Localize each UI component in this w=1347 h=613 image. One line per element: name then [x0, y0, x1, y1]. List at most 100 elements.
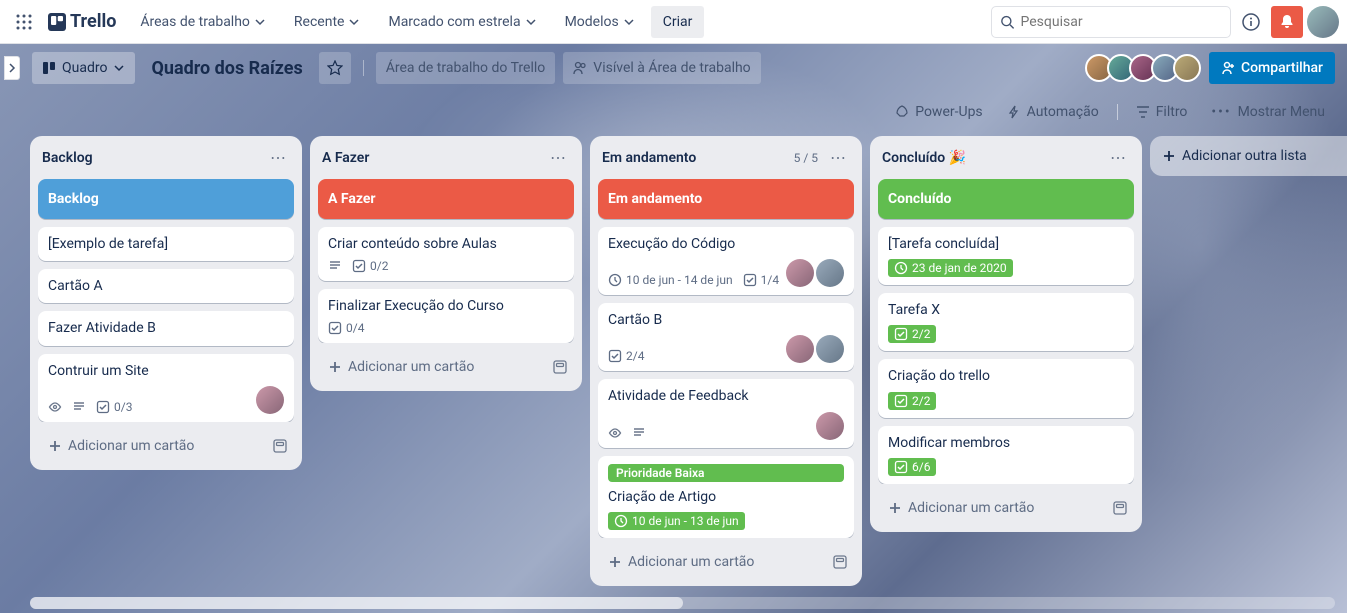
card-badges: 10 de jun - 14 de jun1/4 — [608, 273, 786, 287]
card[interactable]: Cartão A — [38, 269, 294, 303]
chevron-down-icon — [623, 16, 635, 28]
show-menu-button[interactable]: ••• Mostrar Menu — [1201, 96, 1335, 128]
card-members[interactable] — [786, 335, 844, 363]
list-menu-button[interactable]: ⋯ — [826, 146, 850, 169]
list-header-card[interactable]: Concluído — [878, 179, 1134, 219]
card-template-button[interactable] — [830, 552, 850, 572]
star-board-button[interactable] — [319, 52, 351, 84]
recent-menu-button[interactable]: Recente — [282, 6, 373, 38]
account-avatar[interactable] — [1307, 6, 1339, 38]
expand-sidebar-button[interactable] — [4, 56, 20, 80]
card[interactable]: [Exemplo de tarefa] — [38, 227, 294, 261]
workspaces-menu-label: Áreas de trabalho — [140, 14, 250, 30]
list-footer: Adicionar um cartão — [598, 546, 854, 578]
filter-label: Filtro — [1156, 104, 1188, 120]
show-menu-label: Mostrar Menu — [1238, 104, 1325, 120]
filter-button[interactable]: Filtro — [1126, 96, 1198, 128]
checklist-badge: 2/2 — [888, 325, 936, 343]
card[interactable]: Atividade de Feedback — [598, 379, 854, 447]
card[interactable]: Contruir um Site 0/3 — [38, 354, 294, 422]
list-header-card[interactable]: Em andamento — [598, 179, 854, 219]
board-subheader: Power-Ups Automação Filtro ••• Mostrar M… — [0, 92, 1347, 132]
board-members[interactable] — [1091, 54, 1201, 82]
lists-container: Backlog ⋯ Backlog [Exemplo de tarefa] Cart… — [0, 132, 1347, 613]
people-icon — [573, 61, 587, 75]
list-count: 5 / 5 — [794, 151, 818, 165]
card-template-button[interactable] — [270, 436, 290, 456]
rocket-icon — [895, 105, 909, 119]
nav-left: Trello — [8, 6, 124, 38]
list-menu-button[interactable]: ⋯ — [266, 146, 290, 169]
checklist-icon — [894, 327, 908, 341]
notifications-button[interactable] — [1271, 6, 1303, 38]
trello-logo-icon — [48, 13, 66, 31]
view-switcher-button[interactable]: Quadro — [32, 52, 135, 84]
card[interactable]: Finalizar Execução do Curso0/4 — [318, 289, 574, 343]
app-switcher-button[interactable] — [8, 6, 40, 38]
create-button[interactable]: Criar — [651, 6, 705, 38]
card[interactable]: Criar conteúdo sobre Aulas0/2 — [318, 227, 574, 281]
board-icon — [42, 61, 56, 75]
board-area: Quadro Quadro dos Raízes Área de trabalh… — [0, 44, 1347, 613]
list-footer: Adicionar um cartão — [878, 492, 1134, 524]
visibility-button[interactable]: Visível à Área de trabalho — [563, 52, 760, 84]
board-title[interactable]: Quadro dos Raízes — [143, 58, 310, 79]
list-header: Em andamento 5 / 5 ⋯ — [598, 144, 854, 171]
add-card-button[interactable]: Adicionar um cartão — [882, 496, 1110, 520]
search-box[interactable] — [991, 6, 1231, 38]
card[interactable]: Prioridade BaixaCriação de Artigo10 de j… — [598, 456, 854, 538]
checklist-badge: 2/2 — [888, 392, 936, 410]
horizontal-scrollbar[interactable] — [30, 597, 1335, 609]
checklist-icon — [352, 259, 366, 273]
card-badges: 0/3 — [48, 400, 256, 414]
card-members[interactable] — [256, 386, 284, 414]
card-title: [Tarefa concluída] — [888, 235, 1124, 253]
share-button[interactable]: Compartilhar — [1209, 52, 1335, 84]
apps-grid-icon — [16, 14, 32, 30]
card-members[interactable] — [816, 412, 844, 440]
card[interactable]: Cartão B2/4 — [598, 303, 854, 371]
list-menu-button[interactable]: ⋯ — [1106, 146, 1130, 169]
automation-button[interactable]: Automação — [997, 96, 1109, 128]
list-menu-button[interactable]: ⋯ — [546, 146, 570, 169]
card-title: Cartão A — [48, 277, 284, 295]
chevron-down-icon — [254, 16, 266, 28]
info-button[interactable] — [1235, 6, 1267, 38]
list-title[interactable]: Backlog — [42, 150, 93, 166]
recent-menu-label: Recente — [294, 14, 345, 30]
card-title: Contruir um Site — [48, 362, 284, 380]
card[interactable]: Fazer Atividade B — [38, 311, 294, 345]
template-icon — [272, 438, 288, 454]
starred-menu-button[interactable]: Marcado com estrela — [376, 6, 548, 38]
list-title[interactable]: Concluído 🎉 — [882, 150, 966, 166]
templates-menu-button[interactable]: Modelos — [553, 6, 647, 38]
bell-icon — [1279, 14, 1295, 30]
workspaces-menu-button[interactable]: Áreas de trabalho — [128, 6, 278, 38]
card[interactable]: [Tarefa concluída]23 de jan de 2020 — [878, 227, 1134, 285]
card[interactable]: Modificar membros6/6 — [878, 426, 1134, 484]
add-card-button[interactable]: Adicionar um cartão — [322, 355, 550, 379]
card-template-button[interactable] — [550, 357, 570, 377]
search-input[interactable] — [1021, 14, 1222, 30]
add-card-button[interactable]: Adicionar um cartão — [42, 434, 270, 458]
card-title: [Exemplo de tarefa] — [48, 235, 284, 253]
card-template-button[interactable] — [1110, 498, 1130, 518]
card[interactable]: Criação do trello2/2 — [878, 359, 1134, 417]
date-badge: 10 de jun - 13 de jun — [608, 512, 745, 530]
logo-home-link[interactable]: Trello — [40, 6, 124, 38]
list-title[interactable]: Em andamento — [602, 150, 696, 166]
checklist-icon — [96, 400, 110, 414]
card-members[interactable] — [786, 259, 844, 287]
list-cards: Em andamento Execução do Código10 de jun … — [598, 179, 854, 538]
card[interactable]: Tarefa X2/2 — [878, 293, 1134, 351]
add-list-button[interactable]: Adicionar outra lista — [1150, 136, 1347, 176]
add-card-button[interactable]: Adicionar um cartão — [602, 550, 830, 574]
list-title[interactable]: A Fazer — [322, 150, 369, 166]
date-badge: 10 de jun - 14 de jun — [608, 273, 733, 287]
list-header-card[interactable]: A Fazer — [318, 179, 574, 219]
power-ups-button[interactable]: Power-Ups — [885, 96, 992, 128]
list-header-card[interactable]: Backlog — [38, 179, 294, 219]
card[interactable]: Execução do Código10 de jun - 14 de jun1… — [598, 227, 854, 295]
workspace-info-button[interactable]: Área de trabalho do Trello — [376, 52, 556, 84]
chevron-down-icon — [113, 62, 125, 74]
